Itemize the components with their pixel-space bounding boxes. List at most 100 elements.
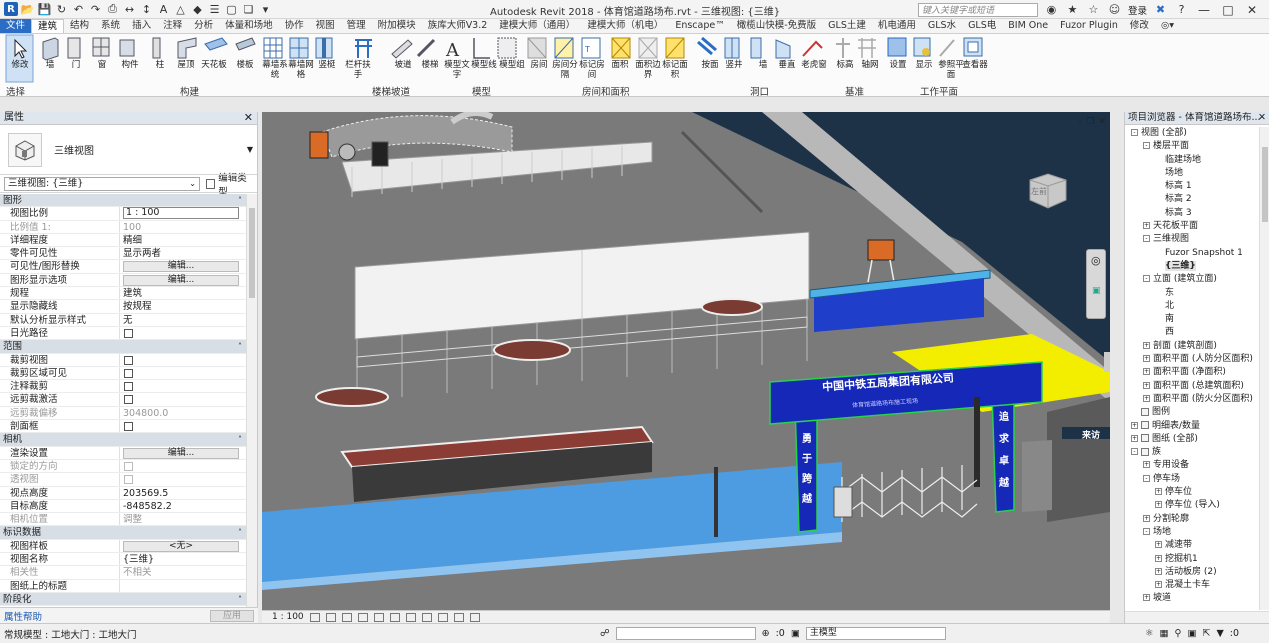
tool-20[interactable]: 标记房间 xyxy=(578,60,606,80)
browser-item[interactable]: + 面积平面 (人防分区面积) xyxy=(1125,353,1259,366)
tool-16[interactable]: 模型线 xyxy=(470,60,498,70)
tab-2[interactable]: 结构 xyxy=(64,19,95,33)
browser-item[interactable]: + 减速带 xyxy=(1125,539,1259,552)
properties-help-link[interactable]: 属性帮助 xyxy=(4,609,42,623)
tool-9[interactable]: 幕墙系统 xyxy=(261,60,289,80)
property-value[interactable] xyxy=(120,580,246,592)
tool-32[interactable]: 显示 xyxy=(910,60,938,70)
minimize-view-icon[interactable]: – xyxy=(1078,117,1083,127)
tool-29[interactable]: 标高 xyxy=(831,60,859,70)
property-value[interactable]: 精细 xyxy=(120,234,246,246)
expand-icon[interactable]: + xyxy=(1143,222,1150,230)
tool-2[interactable]: 门 xyxy=(62,60,90,70)
tool-23[interactable]: 标记面积 xyxy=(661,60,689,80)
collapse-icon[interactable]: - xyxy=(1143,275,1150,283)
section-icon[interactable]: ◆ xyxy=(190,2,205,16)
tool-30[interactable]: 轴网 xyxy=(856,60,884,70)
collapse-icon[interactable]: - xyxy=(1143,474,1150,482)
browser-item[interactable]: + 坡道 xyxy=(1125,592,1259,605)
print-icon[interactable]: ⎙ xyxy=(105,2,120,16)
tool-8[interactable]: 楼板 xyxy=(231,60,259,70)
section-header[interactable]: 标识数据 ˄ xyxy=(0,526,246,540)
browser-item[interactable]: + 面积平面 (防火分区面积) xyxy=(1125,393,1259,406)
collapse-icon[interactable]: - xyxy=(1143,235,1150,243)
property-value[interactable]: 建筑 xyxy=(120,287,246,299)
browser-item[interactable]: {三维} xyxy=(1125,260,1259,273)
browser-item[interactable]: 北 xyxy=(1125,300,1259,313)
select-underlay-icon[interactable]: ▦ xyxy=(1160,628,1169,639)
properties-scrollbar[interactable] xyxy=(246,194,257,607)
checkbox[interactable] xyxy=(124,422,133,432)
view-scale[interactable]: 1 : 100 xyxy=(272,612,304,622)
help-search-input[interactable]: 键入关键字或短语 xyxy=(917,2,1038,17)
section-header[interactable]: 相机 ˄ xyxy=(0,433,246,447)
apply-button[interactable]: 应用 xyxy=(210,609,254,622)
tab-17[interactable]: GLS土建 xyxy=(822,19,872,33)
analytical-model-icon[interactable] xyxy=(469,612,480,622)
expand-icon[interactable]: + xyxy=(1143,355,1150,363)
dimension-icon[interactable]: ↕ xyxy=(139,2,154,16)
section-header[interactable]: 范围 ˄ xyxy=(0,340,246,354)
save-icon[interactable]: 💾 xyxy=(37,2,52,16)
browser-item[interactable]: 南 xyxy=(1125,313,1259,326)
tool-5[interactable]: 柱 xyxy=(146,60,174,70)
browser-item[interactable]: Fuzor Snapshot 1 xyxy=(1125,247,1259,260)
render-icon[interactable] xyxy=(373,612,384,622)
browser-item[interactable]: + 面积平面 (净面积) xyxy=(1125,366,1259,379)
login-link[interactable]: 登录 xyxy=(1128,3,1147,17)
browser-item[interactable]: 标高 1 xyxy=(1125,180,1259,193)
sun-path-icon[interactable] xyxy=(341,612,352,622)
collapse-icon[interactable]: - xyxy=(1131,129,1138,136)
more-tabs-icon[interactable]: ◎▾ xyxy=(1155,19,1180,33)
expand-icon[interactable]: + xyxy=(1143,594,1150,602)
browser-item[interactable]: - 楼层平面 xyxy=(1125,140,1259,153)
sync-icon[interactable]: ↻ xyxy=(54,2,69,16)
checkbox[interactable] xyxy=(124,355,133,365)
select-pinned-icon[interactable]: ⚲ xyxy=(1175,628,1182,639)
browser-item[interactable]: + 明细表/数量 xyxy=(1125,420,1259,433)
tag-icon[interactable]: A xyxy=(156,2,171,16)
redo-icon[interactable]: ↷ xyxy=(88,2,103,16)
browser-item[interactable]: - 停车场 xyxy=(1125,473,1259,486)
section-header[interactable]: 阶段化 ˄ xyxy=(0,592,246,607)
expand-icon[interactable]: + xyxy=(1131,434,1138,442)
expand-icon[interactable]: + xyxy=(1155,488,1162,496)
close-icon[interactable]: ✕ xyxy=(1258,112,1266,124)
tab-7[interactable]: 体量和场地 xyxy=(219,19,279,33)
property-value[interactable]: 按规程 xyxy=(120,300,246,312)
exchange-icon[interactable]: ✖ xyxy=(1153,3,1168,17)
checkbox[interactable] xyxy=(124,395,133,405)
user-icon[interactable]: ☺ xyxy=(1107,3,1122,17)
tab-0[interactable]: 文件 xyxy=(0,19,32,33)
browser-item[interactable]: + 停车位 xyxy=(1125,486,1259,499)
customize-icon[interactable]: ▾ xyxy=(258,2,273,16)
browser-item[interactable]: + 停车位 (导入) xyxy=(1125,499,1259,512)
expand-icon[interactable]: + xyxy=(1143,341,1150,349)
collapse-icon[interactable]: ˄ xyxy=(238,526,242,539)
close-view-icon[interactable]: ✕ xyxy=(1098,117,1106,127)
collapse-icon[interactable]: ˄ xyxy=(238,340,242,353)
property-value[interactable]: 无 xyxy=(120,314,246,326)
expand-icon[interactable]: + xyxy=(1155,567,1162,575)
favorite-icon[interactable]: ☆ xyxy=(1086,3,1101,17)
tab-3[interactable]: 系统 xyxy=(95,19,126,33)
tool-11[interactable]: 竖梃 xyxy=(313,60,341,70)
visual-style-icon[interactable] xyxy=(325,612,336,622)
expand-icon[interactable]: + xyxy=(1155,581,1162,589)
tab-14[interactable]: 建模大师（机电） xyxy=(581,19,669,33)
browser-item[interactable]: - 三维视图 xyxy=(1125,233,1259,246)
design-option-select[interactable]: 主模型 xyxy=(805,627,946,640)
browser-item[interactable]: 场地 xyxy=(1125,167,1259,180)
tab-5[interactable]: 注释 xyxy=(157,19,188,33)
property-value[interactable]: {三维} xyxy=(120,553,246,565)
property-value[interactable]: 203569.5 xyxy=(120,487,246,499)
scale-input[interactable]: 1 : 100 xyxy=(123,207,239,220)
browser-item[interactable]: + 图纸 (全部) xyxy=(1125,433,1259,446)
tab-9[interactable]: 视图 xyxy=(310,19,341,33)
workset-select[interactable] xyxy=(615,627,756,640)
collapse-icon[interactable]: - xyxy=(1143,142,1150,150)
editable-icon[interactable]: ▣ xyxy=(791,628,800,639)
tab-22[interactable]: Fuzor Plugin xyxy=(1054,19,1124,33)
zoom-icon[interactable]: ▣ xyxy=(1092,286,1101,296)
tool-27[interactable]: 垂直 xyxy=(773,60,801,70)
